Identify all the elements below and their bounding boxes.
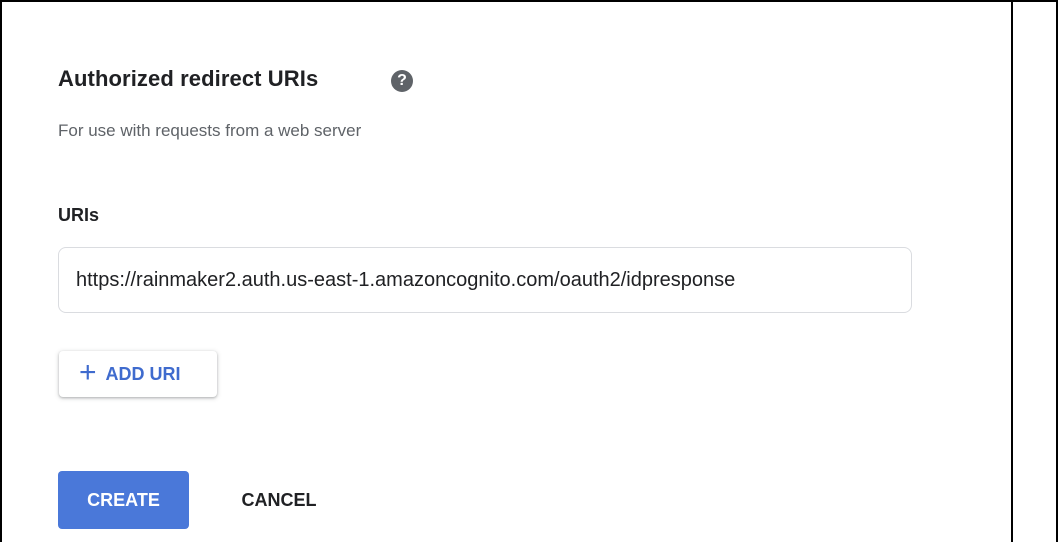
plus-icon: + (79, 355, 97, 389)
create-button[interactable]: CREATE (58, 471, 189, 529)
add-uri-button[interactable]: + ADD URI (59, 351, 217, 397)
add-uri-label: ADD URI (105, 363, 181, 384)
uris-label: URIs (58, 205, 100, 225)
cancel-button[interactable]: CANCEL (218, 471, 340, 529)
uri-field[interactable] (58, 247, 912, 313)
uri-input[interactable] (59, 248, 911, 312)
section-title: Authorized redirect URIs (58, 66, 319, 91)
divider (1011, 0, 1013, 542)
dialog-panel: Authorized redirect URIs ? For use with … (0, 0, 1058, 542)
help-icon[interactable]: ? (391, 70, 413, 92)
section-subtitle: For use with requests from a web server (58, 121, 362, 140)
